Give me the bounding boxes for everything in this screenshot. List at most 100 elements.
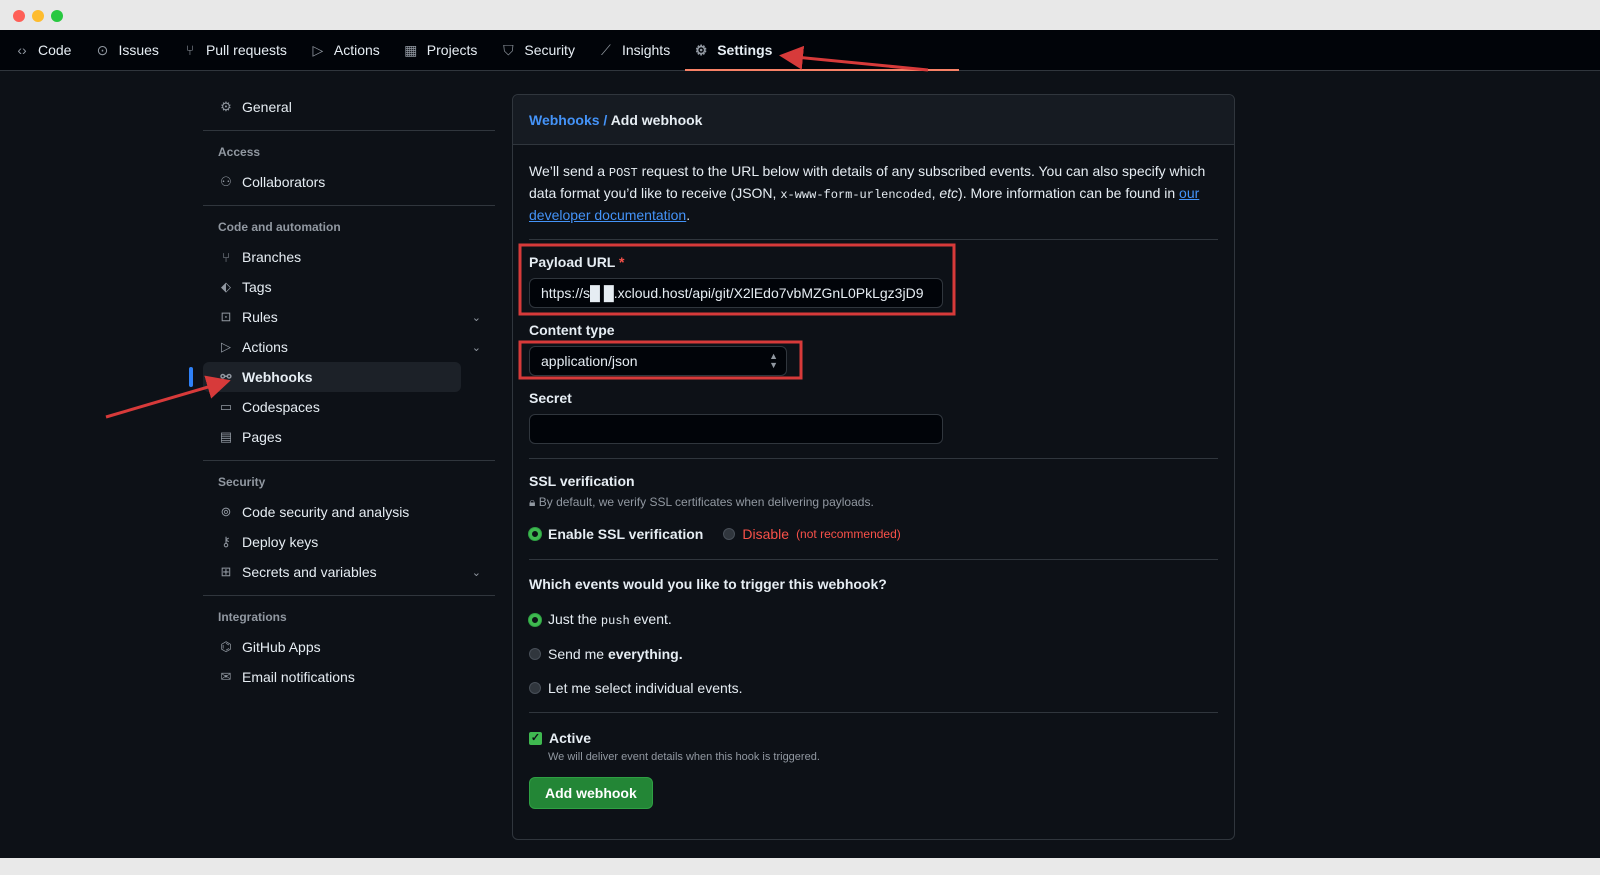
- payload-url-label: Payload URL *: [529, 254, 1218, 270]
- sidebar-item-tags[interactable]: ⬖ Tags: [203, 272, 495, 302]
- sidebar-item-webhooks[interactable]: ⚯ Webhooks: [189, 362, 461, 392]
- rules-icon: ⊡: [220, 309, 232, 324]
- label: Deploy keys: [242, 534, 319, 550]
- divider: [529, 712, 1218, 713]
- label: GitHub Apps: [242, 639, 321, 655]
- content-type-label: Content type: [529, 322, 615, 338]
- breadcrumb-webhooks-link[interactable]: Webhooks: [529, 112, 600, 128]
- breadcrumb-separator: /: [599, 112, 611, 128]
- c: push: [600, 614, 630, 628]
- label: Actions: [242, 339, 288, 355]
- sidebar-item-secrets[interactable]: ⊞ Secrets and variables ⌄: [203, 557, 495, 587]
- radio[interactable]: [529, 648, 541, 660]
- apps-icon: ⌬: [220, 639, 232, 654]
- sidebar-item-email[interactable]: ✉ Email notifications: [203, 662, 495, 692]
- tag-icon: ⬖: [221, 279, 231, 294]
- label: General: [242, 99, 292, 115]
- codespaces-icon: ▭: [219, 399, 233, 414]
- t: event.: [629, 611, 672, 627]
- t: .: [686, 207, 691, 223]
- t: Just the: [548, 611, 601, 627]
- tab-label: Projects: [426, 42, 478, 58]
- tab-settings[interactable]: ⚙ Settings: [685, 30, 960, 71]
- gear-icon: ⚙: [694, 41, 708, 58]
- chevron-down-icon[interactable]: ⌄: [472, 311, 481, 324]
- radio[interactable]: [723, 528, 736, 540]
- ssl-disable-radio[interactable]: Disable (not recommended): [723, 526, 901, 542]
- sidebar-item-general[interactable]: ⚙ General: [203, 92, 495, 122]
- settings-sidebar: ⚙ General Access ⚇ Collaborators Code and …: [189, 92, 495, 692]
- t: Send me: [548, 646, 608, 662]
- sidebar-item-collaborators[interactable]: ⚇ Collaborators: [203, 167, 495, 197]
- t: By default, we verify SSL certificates w…: [538, 495, 874, 509]
- tab-issues[interactable]: ⊙ Issues: [94, 30, 159, 71]
- sidebar-group-code: Code and automation: [203, 205, 495, 242]
- ssl-enable-radio[interactable]: Enable SSL verification: [529, 526, 703, 542]
- tab-label: Insights: [621, 42, 671, 58]
- sidebar-item-rules[interactable]: ⊡ Rules ⌄: [203, 302, 495, 332]
- event-individual-radio[interactable]: Let me select individual events.: [529, 680, 1218, 696]
- intro-text: We’ll send a POST request to the URL bel…: [529, 161, 1218, 225]
- event-push-radio[interactable]: Just the push event.: [529, 611, 1218, 628]
- sidebar-item-actions[interactable]: ▷ Actions ⌄: [203, 332, 495, 362]
- sidebar-item-branches[interactable]: ⑂ Branches: [203, 242, 495, 272]
- tab-security[interactable]: ⛉ Security: [500, 30, 575, 71]
- code-icon: ‹›: [17, 42, 27, 58]
- pull-request-icon: ⑂: [185, 42, 195, 58]
- check-icon[interactable]: ✓: [529, 731, 542, 745]
- tab-pull-requests[interactable]: ⑂ Pull requests: [182, 30, 287, 71]
- label: Email notifications: [242, 669, 355, 685]
- sidebar-item-pages[interactable]: ▤ Pages: [203, 422, 495, 452]
- radio[interactable]: [529, 682, 541, 694]
- add-webhook-form: Webhooks / Add webhook We’ll send a POST…: [512, 94, 1235, 840]
- label: Collaborators: [242, 174, 326, 190]
- event-everything-radio[interactable]: Send me everything.: [529, 646, 1218, 662]
- sidebar-item-deploy-keys[interactable]: ⚷ Deploy keys: [203, 527, 495, 557]
- active-checkbox[interactable]: ✓ Active: [529, 730, 1218, 746]
- tab-insights[interactable]: ⟋ Insights: [598, 30, 670, 71]
- tab-code[interactable]: ‹› Code: [14, 30, 71, 71]
- active-note: We will deliver event details when this …: [548, 751, 820, 763]
- content-type-select[interactable]: application/json ▲ ▼: [529, 346, 787, 376]
- radio[interactable]: [529, 528, 541, 540]
- minimize-window-button[interactable]: [32, 10, 44, 22]
- tab-label: Issues: [118, 42, 159, 58]
- sidebar-item-github-apps[interactable]: ⌬ GitHub Apps: [203, 632, 495, 662]
- ssl-title: SSL verification: [529, 473, 635, 489]
- secret-label: Secret: [529, 390, 572, 406]
- page-title: Add webhook: [610, 112, 703, 128]
- label: Pages: [242, 429, 282, 445]
- table-icon: ▦: [404, 41, 418, 58]
- sidebar-group-security: Security: [203, 460, 495, 497]
- payload-url-input[interactable]: https://s█ █.xcloud.host/api/git/X2lEdo7…: [529, 278, 943, 308]
- sidebar-group-integrations: Integrations: [203, 595, 495, 632]
- label: Rules: [242, 309, 278, 325]
- sidebar-item-code-security[interactable]: ⊚ Code security and analysis: [203, 497, 495, 527]
- c: POST: [608, 166, 638, 180]
- t: Enable SSL verification: [548, 526, 704, 542]
- tab-projects[interactable]: ▦ Projects: [403, 30, 478, 71]
- chevron-down-icon[interactable]: ⌄: [472, 566, 481, 579]
- sidebar-item-codespaces[interactable]: ▭ Codespaces: [203, 392, 495, 422]
- radio[interactable]: [529, 613, 541, 626]
- chevron-down-icon[interactable]: ⌄: [472, 341, 481, 354]
- issue-icon: ⊙: [96, 41, 109, 58]
- t: (not recommended): [796, 527, 901, 541]
- add-webhook-button[interactable]: Add webhook: [529, 777, 653, 809]
- play-icon: ▷: [312, 41, 324, 58]
- t: etc: [939, 185, 959, 201]
- people-icon: ⚇: [220, 174, 232, 189]
- label: Webhooks: [242, 369, 313, 385]
- play-icon: ▷: [221, 339, 231, 354]
- c: x-www-form-urlencoded: [780, 188, 932, 202]
- graph-icon: ⟋: [601, 41, 611, 58]
- secret-input[interactable]: [529, 414, 943, 444]
- tab-label: Settings: [717, 42, 773, 58]
- t: Let me select individual events.: [548, 680, 743, 696]
- t: Active: [549, 730, 592, 746]
- breadcrumb: Webhooks / Add webhook: [513, 95, 1234, 145]
- close-window-button[interactable]: [13, 10, 25, 22]
- tab-actions[interactable]: ▷ Actions: [310, 30, 379, 71]
- ssl-note: 🔒︎ By default, we verify SSL certificate…: [529, 495, 1218, 510]
- maximize-window-button[interactable]: [51, 10, 63, 22]
